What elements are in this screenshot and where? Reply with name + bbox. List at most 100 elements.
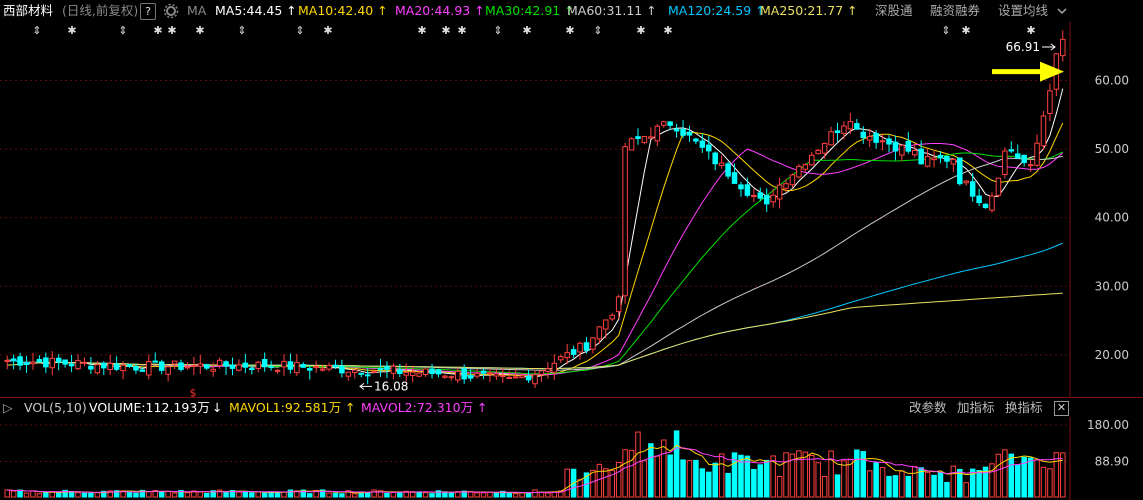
info-mark-icon: ✱ [636,24,645,37]
sz-connect-link[interactable]: 深股通 [875,0,913,22]
candle [17,356,23,366]
ma-settings-link[interactable]: 设置均线 [998,0,1048,22]
candle [525,375,532,381]
volume-bar [81,492,88,498]
volume-bar [854,449,860,498]
candle [300,364,307,368]
candle [113,363,120,370]
volume-bar [648,443,654,498]
candle [564,352,570,359]
candle [924,155,931,167]
ma-item-0: MA5:44.45 ↑ [215,3,297,18]
candle [101,362,107,369]
candle [146,361,152,376]
candle [905,140,912,152]
info-mark-icon: ⇕ [32,24,41,37]
ma5-line [7,88,1064,378]
volume-bar [94,492,101,498]
volume-bar [255,491,261,498]
candle [4,359,10,362]
candle [371,370,377,373]
candle [294,361,300,374]
volume-bar [815,462,821,498]
candle [416,372,422,377]
volume-bar [1014,464,1021,498]
margin-trading-link[interactable]: 融资融券 [930,0,980,22]
volume-bar [937,472,944,498]
y-tick-label: 60.00 [1095,74,1129,88]
volume-bar [171,492,178,498]
candle [615,296,622,313]
volume-bar [654,455,661,498]
volume-bar [667,454,673,498]
volume-bar [75,492,81,498]
candle [982,203,989,209]
candle [551,362,558,373]
volume-bar [892,475,899,498]
candle [1034,142,1040,166]
candle [474,372,480,377]
mavol1-arrow: ↑ [345,400,356,415]
volume-chart[interactable]: 180.00 88.90 [0,417,1143,500]
ma-item-6: MA250:21.77 ↑ [760,3,858,18]
switch-indicator-button[interactable]: 换指标 [1005,398,1043,418]
ma-label[interactable]: MA [187,0,206,22]
volume-bar [757,464,764,498]
candle [152,360,159,363]
info-mark-icon: ✱ [663,24,672,37]
volume-bar [4,489,10,498]
edit-params-button[interactable]: 改参数 [909,398,947,418]
candle [255,361,261,370]
candle [809,154,815,166]
ma-item-1: MA10:42.40 ↑ [298,3,388,18]
candle [557,356,564,361]
volume-bar [783,452,789,498]
stock-name[interactable]: 西部材料 [3,0,53,22]
candle [512,376,519,379]
volume-bar [532,489,538,498]
volume-bar [326,492,332,498]
volume-bar [693,459,699,498]
volume-bar [236,491,242,498]
volume-bar [577,479,583,498]
expand-toggle-icon[interactable]: ▷ [3,398,13,418]
close-icon[interactable]: ✕ [1054,401,1069,416]
ma60-line [7,155,1063,371]
candle [570,349,577,355]
candle [236,364,242,371]
volume-bar [776,475,783,498]
help-button[interactable]: ? [140,3,156,20]
add-indicator-button[interactable]: 加指标 [957,398,995,418]
candle [487,372,493,375]
candle [989,195,995,211]
volume-bar [545,492,551,498]
candle [43,357,49,368]
candle [62,359,68,365]
candle [886,138,892,145]
info-mark-icon: ✱ [565,24,574,37]
volume-arrow: ↓ [212,400,223,415]
vol-indicator-label[interactable]: VOL(5,10) [24,398,87,418]
info-mark-icon: ⇕ [593,24,602,37]
volume-bar [17,489,23,498]
candle [641,135,648,144]
info-mark-icon: ✱ [522,24,531,37]
volume-bar [860,451,867,498]
candle [937,154,944,159]
volume-bar [603,468,609,498]
candle [603,319,609,330]
candle [191,364,197,367]
candle [332,364,339,368]
volume-bar [133,492,139,498]
volume-bar [706,471,712,498]
volume-bar [828,450,834,498]
info-mark-icon: ⇕ [118,24,127,37]
period-mode[interactable]: (日线,前复权) [62,0,138,22]
volume-bar [36,493,43,498]
candle [834,130,841,134]
price-chart[interactable]: ⇕ ✱ ⇕ ✱ ✱ ✱ ⇕ ⇕ ✱ ✱ ✱ ✱ ⇕ ✱ ✱ ⇕ ✱ ✱ ⇕ ✱ ✱ 66.9116.08$ 60.005… [0,22,1143,398]
volume-bar [261,492,268,498]
info-mark-icon: ✱ [153,24,162,37]
info-mark-icon: ✱ [1026,24,1035,37]
candle [828,131,834,146]
